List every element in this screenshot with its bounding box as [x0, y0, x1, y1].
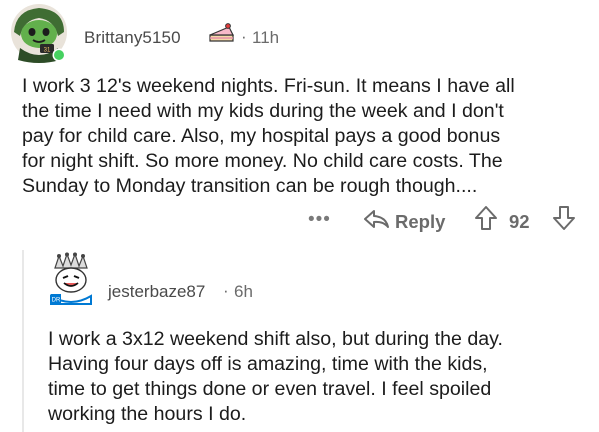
more-options-button[interactable]: •••	[308, 209, 331, 231]
comment-line: pay for child care. Also, my hospital pa…	[22, 125, 501, 147]
reply-timestamp: 6h	[234, 282, 253, 301]
comment-line: the time I need with my kids during the …	[22, 100, 504, 122]
reply-username[interactable]: jesterbaze87	[108, 282, 205, 302]
svg-text:DR: DR	[52, 298, 61, 304]
username[interactable]: Brittany5150	[84, 28, 181, 48]
reply-body: I work a 3x12 weekend shift also, but du…	[48, 327, 593, 427]
reply-arrow-icon[interactable]	[361, 206, 391, 232]
comment-line: I work 3 12's weekend nights. Fri-sun. I…	[22, 75, 515, 97]
downvote-arrow-icon[interactable]	[552, 204, 576, 232]
upvote-arrow-icon[interactable]	[474, 204, 498, 232]
snoo-avatar-icon: 31	[11, 4, 67, 63]
meta-separator: ·	[241, 27, 247, 46]
comment-body: I work 3 12's weekend nights. Fri-sun. I…	[22, 74, 592, 199]
reply-line: working the hours I do.	[48, 403, 247, 425]
cake-flair-icon	[207, 21, 237, 47]
thread-line[interactable]	[22, 250, 24, 432]
online-status-dot	[54, 50, 64, 60]
comment-line: for night shift. So more money. No child…	[22, 150, 503, 172]
reply-button[interactable]: Reply	[395, 211, 445, 233]
reply-line: I work a 3x12 weekend shift also, but du…	[48, 328, 503, 350]
user-avatar[interactable]: 31	[6, 2, 72, 66]
reply-user-avatar[interactable]: DR	[45, 252, 97, 306]
snoo-avatar-jester-icon: DR	[49, 252, 93, 305]
vote-score: 92	[509, 211, 530, 232]
comment-timestamp: 11h	[252, 28, 280, 47]
comment-line: Sunday to Monday transition can be rough…	[22, 175, 478, 197]
reply-meta-separator: ·	[223, 281, 229, 300]
svg-text:31: 31	[44, 48, 51, 54]
reply-line: time to get things done or even travel. …	[48, 378, 492, 400]
reply-line: Having four days off is amazing, time wi…	[48, 353, 488, 375]
